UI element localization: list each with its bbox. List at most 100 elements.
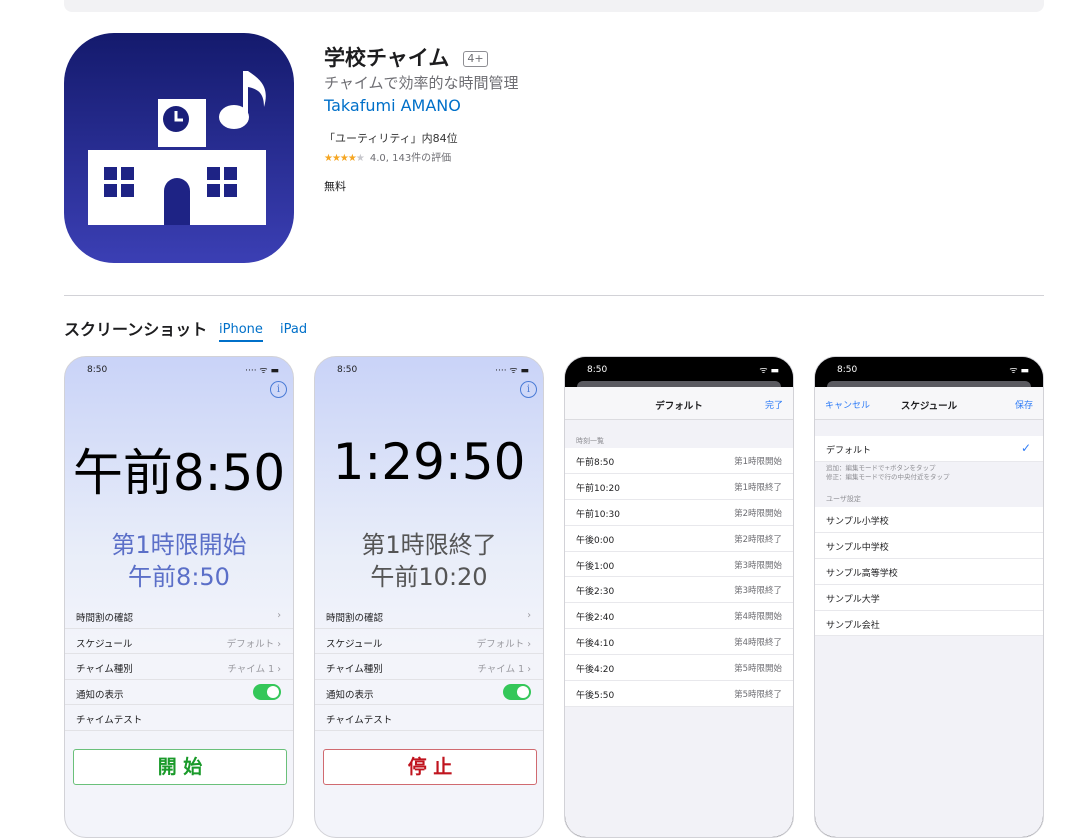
item-event: 第3時限開始: [734, 560, 782, 571]
schedule-sheet: キャンセル スケジュール 保存 デフォルト ✓ 追加：編集モードで+ボタンをタップ…: [815, 387, 1043, 837]
notification-toggle: [253, 683, 281, 700]
app-icon: [64, 33, 294, 263]
item-label: デフォルト: [826, 446, 872, 456]
rating-value: 4.0: [369, 153, 386, 164]
menu-label: スケジュール: [326, 638, 383, 650]
list-item: サンプル小学校: [815, 507, 1043, 533]
screenshots-heading: スクリーンショット: [64, 320, 208, 339]
list-item: サンプル中学校: [815, 533, 1043, 559]
signal-wifi-battery-icon: ···· ᯤ ▬: [245, 366, 279, 376]
menu-value: チャイム 1 ›: [477, 664, 531, 675]
menu-value: デフォルト ›: [226, 638, 281, 650]
notification-toggle: [503, 683, 531, 700]
settings-menu: 時間割の確認 › スケジュール デフォルト › チャイム種別 チャイム 1 › 通知の…: [315, 603, 543, 731]
item-event: 第1時限終了: [734, 482, 782, 493]
item-time: 午前10:30: [576, 509, 620, 520]
menu-row: チャイムテスト: [65, 705, 293, 731]
user-schedule-list: サンプル小学校 サンプル中学校 サンプル高等学校 サンプル大学 サンプル会社: [815, 507, 1043, 637]
default-schedule-list: デフォルト ✓: [815, 436, 1043, 462]
period-status: 第1時限終了 午前10:20: [315, 529, 543, 593]
menu-label: チャイム種別: [76, 664, 133, 675]
item-time: 午後4:20: [576, 665, 615, 676]
rating-count: 143件の評価: [392, 153, 452, 164]
chevron-right-icon: ›: [527, 610, 531, 621]
list-item: サンプル大学: [815, 585, 1043, 611]
settings-menu: 時間割の確認 › スケジュール デフォルト › チャイム種別 チャイム 1 › 通知の…: [65, 603, 293, 731]
signal-wifi-battery-icon: ···· ᯤ ▬: [495, 366, 529, 376]
item-event: 第5時限終了: [734, 690, 782, 701]
list-section-header: ユーザ設定: [826, 495, 861, 503]
list-item: 午後5:50 第5時限終了: [565, 681, 793, 707]
menu-row: 時間割の確認 ›: [315, 603, 543, 629]
item-time: 午後2:30: [576, 587, 615, 598]
item-event: 第2時限終了: [734, 534, 782, 545]
item-label: サンプル会社: [826, 620, 880, 631]
status-time: 8:50: [337, 365, 358, 375]
screenshot-2[interactable]: 8:50 ···· ᯤ ▬ i 1:29:50 第1時限終了 午前10:20 時…: [314, 356, 544, 838]
item-time: 午後2:40: [576, 613, 615, 624]
list-item: 午前10:20 第1時限終了: [565, 474, 793, 500]
menu-row: 通知の表示: [65, 680, 293, 705]
menu-label: 通知の表示: [76, 689, 124, 701]
age-rating-badge: 4+: [463, 51, 488, 67]
menu-label: 通知の表示: [326, 689, 374, 701]
list-item: サンプル会社: [815, 611, 1043, 637]
menu-label: チャイムテスト: [326, 715, 393, 726]
item-label: サンプル小学校: [826, 517, 889, 527]
category-rank: 「ユーティリティ」内84位: [324, 132, 458, 145]
menu-value: デフォルト ›: [476, 638, 531, 650]
period-time: 午前8:50: [128, 563, 230, 591]
timetable-list: 午前8:50 第1時限開始 午前10:20 第1時限終了 午前10:30 第2時限開始…: [565, 448, 793, 707]
item-event: 第4時限終了: [734, 638, 782, 649]
tab-iphone[interactable]: iPhone: [219, 322, 263, 342]
screenshot-4[interactable]: 8:50 ᯤ ▬ キャンセル スケジュール 保存 デフォルト ✓ 追加：編集モード…: [814, 356, 1044, 838]
rating-summary: ★★★★★ 4.0, 143件の評価: [324, 153, 452, 164]
navigation-bar: デフォルト 完了: [565, 387, 793, 420]
help-note-line: 追加：編集モードで+ボタンをタップ: [826, 464, 936, 472]
period-status: 第1時限開始 午前8:50: [65, 529, 293, 593]
navigation-bar: キャンセル スケジュール 保存: [815, 387, 1043, 420]
status-bar: 8:50 ᯤ ▬: [565, 357, 793, 381]
menu-label: チャイム種別: [326, 664, 383, 675]
help-note-line: 修正：編集モードで行の中央付近をタップ: [826, 473, 950, 481]
menu-row: 通知の表示: [315, 680, 543, 705]
screenshot-3[interactable]: 8:50 ᯤ ▬ デフォルト 完了 時刻一覧 午前8:50 第1時限開始 午前10…: [564, 356, 794, 838]
section-divider: [64, 295, 1044, 296]
info-icon: i: [270, 381, 287, 398]
period-name: 第1時限開始: [111, 531, 247, 559]
countdown-display: 1:29:50: [332, 433, 526, 491]
app-title: 学校チャイム 4+: [324, 42, 488, 72]
menu-label: スケジュール: [76, 638, 133, 650]
list-item: 午後4:20 第5時限開始: [565, 655, 793, 682]
item-time: 午前8:50: [576, 458, 615, 468]
list-item: 午前10:30 第2時限開始: [565, 500, 793, 526]
list-item: 午前8:50 第1時限開始: [565, 448, 793, 474]
nav-title: スケジュール: [900, 401, 958, 412]
list-item: 午後2:30 第3時限終了: [565, 577, 793, 604]
tab-ipad[interactable]: iPad: [280, 322, 307, 337]
status-bar: 8:50 ···· ᯤ ▬: [315, 357, 543, 381]
menu-row: 時間割の確認 ›: [65, 603, 293, 629]
item-time: 午後0:00: [576, 535, 615, 546]
menu-row: スケジュール デフォルト ›: [315, 629, 543, 654]
item-time: 午前10:20: [576, 483, 620, 494]
developer-link[interactable]: Takafumi AMANO: [324, 96, 461, 115]
item-time: 午後4:10: [576, 639, 615, 650]
list-item: 午後0:00 第2時限終了: [565, 526, 793, 552]
chevron-right-icon: ›: [277, 610, 281, 621]
nav-title: デフォルト: [655, 401, 703, 412]
list-item: 午後4:10 第4時限終了: [565, 629, 793, 656]
wifi-battery-icon: ᯤ ▬: [759, 366, 779, 376]
item-event: 第3時限終了: [734, 586, 782, 597]
item-label: サンプル中学校: [826, 542, 889, 553]
item-label: サンプル大学: [826, 594, 880, 605]
period-name: 第1時限終了: [361, 531, 497, 559]
menu-label: 時間割の確認: [76, 613, 134, 624]
item-time: 午後5:50: [576, 691, 615, 702]
status-time: 8:50: [87, 365, 108, 375]
menu-row: スケジュール デフォルト ›: [65, 629, 293, 654]
screenshot-1[interactable]: 8:50 ···· ᯤ ▬ i 午前8:50 第1時限開始 午前8:50 時間割…: [64, 356, 294, 838]
start-button: 開 始: [73, 749, 287, 785]
menu-row: チャイムテスト: [315, 705, 543, 731]
item-label: サンプル高等学校: [826, 568, 898, 579]
